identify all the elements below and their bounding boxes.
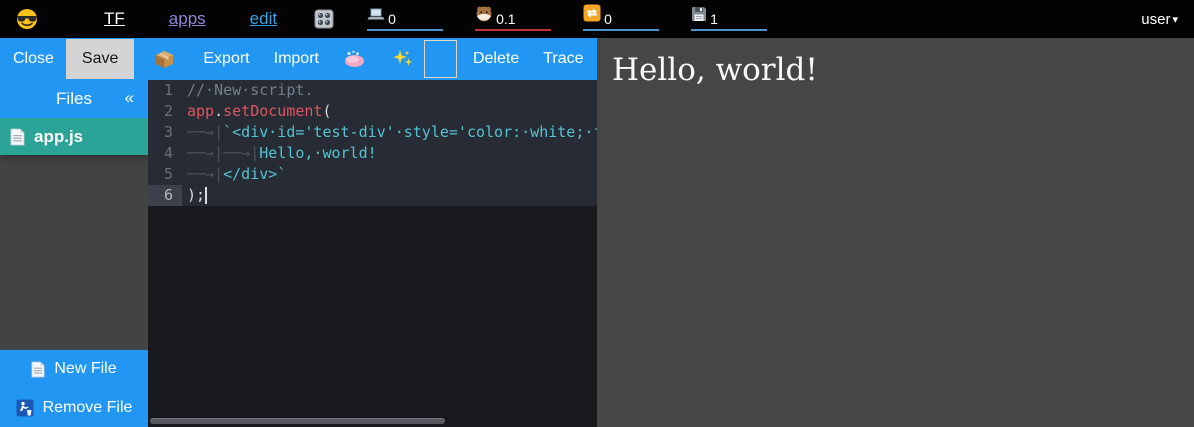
gutter-line-number[interactable]: 1 <box>148 80 182 101</box>
brand-link[interactable]: TF <box>104 9 125 29</box>
code-line[interactable]: ); <box>182 185 597 206</box>
code-token-ws: ──→| <box>187 165 223 183</box>
floppy-icon <box>691 6 707 27</box>
hamster-icon <box>475 5 493 27</box>
editor-content-block: 123456 //·New·script.app.setDocument(──→… <box>148 80 597 206</box>
editor-toolbar: Close Save Export Import <box>0 38 597 80</box>
gutter-line-number[interactable]: 3 <box>148 122 182 143</box>
code-token-comment: //·New·script. <box>187 81 313 99</box>
app-preview-pane: Hello, world! <box>597 38 1194 427</box>
control-knobs-icon[interactable] <box>313 8 335 30</box>
code-line[interactable]: //·New·script. <box>182 80 597 101</box>
soap-button[interactable] <box>343 49 366 69</box>
laptop-icon <box>367 6 385 27</box>
edit-link[interactable]: edit <box>250 9 277 29</box>
user-menu-label: user <box>1141 11 1170 28</box>
top-bar: TF apps edit <box>0 0 1194 38</box>
code-line[interactable]: ──→|</div>` <box>182 164 597 185</box>
soap-icon <box>343 49 366 69</box>
text-cursor <box>205 187 207 204</box>
file-icon <box>10 128 25 146</box>
save-button[interactable]: Save <box>66 39 134 79</box>
code-editor[interactable]: 123456 //·New·script.app.setDocument(──→… <box>148 80 597 427</box>
workspace: Files « app.js <box>0 80 597 427</box>
sparkles-button[interactable] <box>392 48 414 70</box>
remove-file-button[interactable]: Remove File <box>0 388 148 427</box>
close-button[interactable]: Close <box>13 50 54 68</box>
new-file-label: New File <box>54 360 116 378</box>
new-file-icon <box>31 361 45 378</box>
code-token-punct: ( <box>322 102 331 120</box>
package-icon <box>154 49 175 70</box>
litter-bin-icon <box>16 399 34 417</box>
code-token-name: setDocument <box>223 102 322 120</box>
code-line[interactable]: ──→|`<div·id='test-div'·style='color:·wh… <box>182 122 597 143</box>
app-window: TF apps edit <box>0 0 1194 427</box>
editor-pane: Close Save Export Import <box>0 38 597 427</box>
ram-meter-input[interactable] <box>496 11 540 27</box>
file-list: app.js <box>0 118 148 350</box>
import-button[interactable]: Import <box>274 50 319 68</box>
files-header-label: Files <box>56 89 92 109</box>
chevron-down-icon: ▾ <box>1172 13 1178 26</box>
collapse-sidebar-button[interactable]: « <box>125 88 134 108</box>
editor-code-column: //·New·script.app.setDocument(──→|`<div·… <box>182 80 597 206</box>
apps-link[interactable]: apps <box>169 9 206 29</box>
sparkles-icon <box>392 48 414 70</box>
code-line[interactable]: app.setDocument( <box>182 101 597 122</box>
delete-button[interactable]: Delete <box>473 50 519 68</box>
files-sidebar: Files « app.js <box>0 80 148 427</box>
horizontal-scrollbar[interactable] <box>150 418 445 424</box>
preview-hello-text: Hello, world! <box>597 38 1194 88</box>
gutter-line-number[interactable]: 5 <box>148 164 182 185</box>
user-menu[interactable]: user ▾ <box>1141 11 1178 28</box>
file-name: app.js <box>34 127 83 147</box>
resource-meter <box>475 7 551 31</box>
code-token-punct: ); <box>187 186 205 204</box>
resource-meter <box>367 7 443 31</box>
export-button[interactable]: Export <box>203 50 249 68</box>
code-line[interactable]: ──→|──→|Hello,·world! <box>182 143 597 164</box>
save-meter-input[interactable] <box>710 11 754 27</box>
code-token-punct: . <box>214 102 223 120</box>
files-header: Files « <box>0 80 148 118</box>
gutter-line-number[interactable]: 2 <box>148 101 182 122</box>
code-token-string: Hello,·world! <box>259 144 376 162</box>
new-file-button[interactable]: New File <box>0 350 148 388</box>
code-token-ws: ──→| <box>223 144 259 162</box>
editor-gutter: 123456 <box>148 80 182 206</box>
loop-meter-input[interactable] <box>604 11 648 27</box>
empty-toolbar-button[interactable] <box>424 40 457 78</box>
code-token-string: `<div·id='test-div'·style='color:·white;… <box>223 123 597 141</box>
resource-meter <box>691 7 767 31</box>
code-token-ws: ──→| <box>187 144 223 162</box>
code-token-ws: ──→| <box>187 123 223 141</box>
gutter-line-number[interactable]: 4 <box>148 143 182 164</box>
repeat-icon <box>583 4 601 27</box>
trace-button[interactable]: Trace <box>543 50 583 68</box>
cpu-meter-input[interactable] <box>388 11 432 27</box>
remove-file-label: Remove File <box>43 399 133 417</box>
gutter-line-number[interactable]: 6 <box>148 185 182 206</box>
file-item-appjs[interactable]: app.js <box>0 118 148 155</box>
resource-meter <box>583 7 659 31</box>
code-token-string: </div>` <box>223 165 286 183</box>
package-button[interactable] <box>154 49 175 70</box>
code-token-name: app <box>187 102 214 120</box>
sunglasses-emoji-icon[interactable] <box>16 8 38 30</box>
